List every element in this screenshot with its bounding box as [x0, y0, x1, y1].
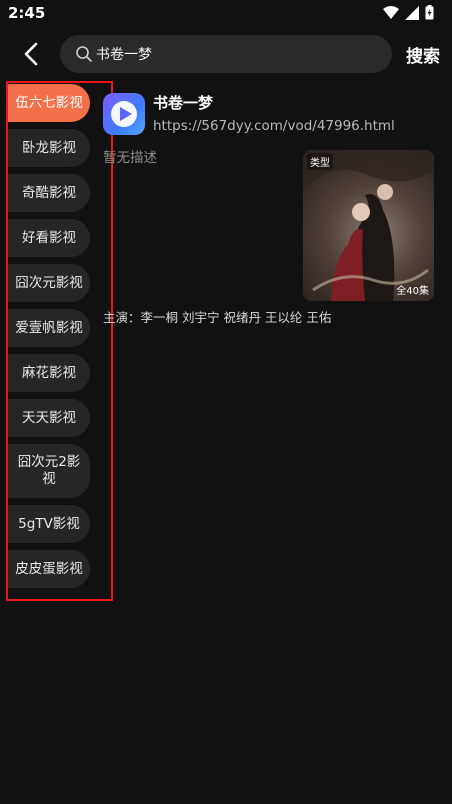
poster-episodes: 全40集 [396, 286, 429, 297]
chevron-left-icon [24, 42, 38, 66]
source-item[interactable]: 5gTV影视 [8, 505, 90, 543]
source-item-label: 麻花影视 [22, 364, 76, 381]
search-icon [76, 46, 92, 62]
source-list: 伍六七影视 卧龙影视 奇酷影视 好看影视 囧次元影视 爱壹帆影视 麻花影视 天天… [8, 84, 112, 595]
result-description: 暂无描述 [103, 150, 157, 166]
battery-icon [425, 5, 434, 20]
source-item[interactable]: 爱壹帆影视 [8, 309, 90, 347]
source-item-label: 好看影视 [22, 229, 76, 246]
status-time: 2:45 [8, 4, 46, 22]
search-input[interactable] [96, 35, 376, 73]
top-bar: 搜索 [0, 34, 452, 74]
search-box[interactable] [60, 35, 392, 73]
source-item[interactable]: 好看影视 [8, 219, 90, 257]
status-icons [383, 5, 434, 20]
result-title[interactable]: 书卷一梦 [153, 92, 213, 113]
back-button[interactable] [18, 40, 46, 68]
source-item[interactable]: 卧龙影视 [8, 129, 90, 167]
poster-image[interactable]: 类型 全40集 [303, 150, 434, 301]
poster-artwork [303, 150, 434, 301]
source-item-label: 天天影视 [22, 409, 76, 426]
source-item-label: 卧龙影视 [22, 139, 76, 156]
source-item[interactable]: 麻花影视 [8, 354, 90, 392]
wifi-icon [383, 5, 399, 19]
source-item-label: 囧次元2影视 [17, 454, 81, 487]
source-item-label: 伍六七影视 [15, 94, 83, 111]
result-card[interactable]: 书卷一梦 https://567dyy.com/vod/47996.html 暂… [103, 92, 435, 342]
signal-icon [405, 5, 419, 20]
status-bar: 2:45 [0, 0, 452, 26]
source-item[interactable]: 奇酷影视 [8, 174, 90, 212]
source-item[interactable]: 囧次元影视 [8, 264, 90, 302]
play-icon [111, 101, 137, 127]
search-button[interactable]: 搜索 [406, 42, 440, 67]
source-item-label: 奇酷影视 [22, 184, 76, 201]
source-item[interactable]: 囧次元2影视 [8, 444, 90, 498]
source-item[interactable]: 伍六七影视 [8, 84, 90, 122]
source-item-label: 爱壹帆影视 [15, 319, 83, 336]
source-item[interactable]: 天天影视 [8, 399, 90, 437]
source-item-label: 5gTV影视 [18, 515, 80, 532]
result-cast: 主演：李一桐 刘宇宁 祝绪丹 王以纶 王佑 [103, 310, 332, 325]
source-item[interactable]: 皮皮蛋影视 [8, 550, 90, 588]
poster-tag: 类型 [307, 153, 333, 170]
result-url[interactable]: https://567dyy.com/vod/47996.html [153, 118, 395, 134]
source-item-label: 皮皮蛋影视 [15, 560, 83, 577]
source-item-label: 囧次元影视 [15, 274, 83, 291]
app-logo [103, 93, 145, 135]
